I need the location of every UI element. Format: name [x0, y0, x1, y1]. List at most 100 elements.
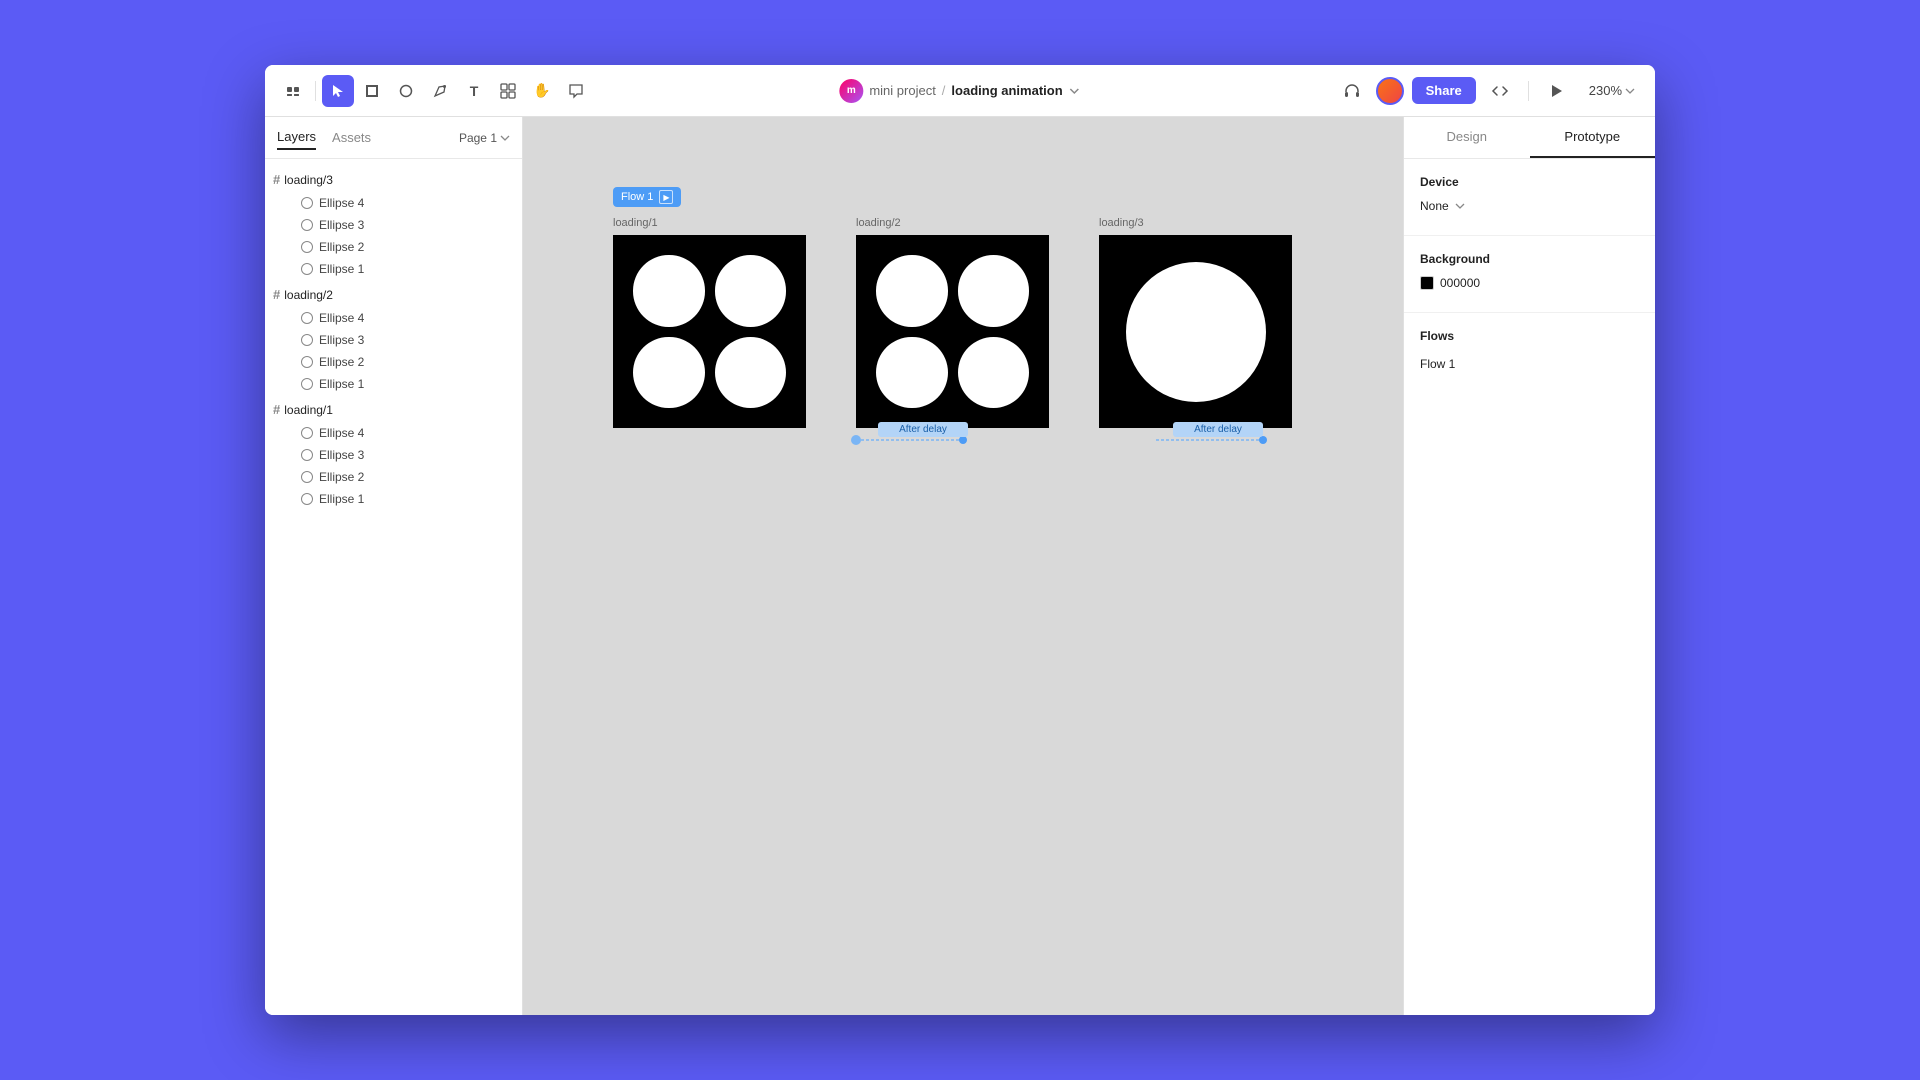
hash-icon-loading1: #	[273, 402, 280, 417]
frame-label-loading3: loading/3	[1099, 217, 1144, 229]
canvas-area[interactable]: loading/1 Flow 1 ▶ loading/2	[523, 117, 1403, 1015]
hand-tool-icon: ✋	[533, 82, 550, 99]
flow-list-item[interactable]: Flow 1	[1420, 353, 1639, 375]
layer-item-label: Ellipse 2	[319, 470, 364, 484]
component-tool-button[interactable]	[492, 75, 524, 107]
shape-tool-button[interactable]	[390, 75, 422, 107]
layer-item-label: Ellipse 3	[319, 333, 364, 347]
hand-tool-button[interactable]: ✋	[526, 75, 558, 107]
layer-item-loading1-ellipse2[interactable]: Ellipse 2	[265, 466, 522, 488]
tab-layers[interactable]: Layers	[277, 125, 316, 150]
layer-item-loading2-ellipse3[interactable]: Ellipse 3	[265, 329, 522, 351]
pen-tool-button[interactable]	[424, 75, 456, 107]
frame-tool-button[interactable]	[356, 75, 388, 107]
comment-tool-button[interactable]	[560, 75, 592, 107]
layer-group-header-loading2[interactable]: # loading/2	[265, 282, 522, 307]
layer-item-loading3-ellipse1[interactable]: Ellipse 1	[265, 258, 522, 280]
hash-icon-loading3: #	[273, 172, 280, 187]
layer-item-loading2-ellipse1[interactable]: Ellipse 1	[265, 373, 522, 395]
ellipse-1-2	[715, 255, 787, 327]
circle-icon	[301, 263, 313, 275]
background-color-swatch	[1420, 276, 1434, 290]
page-chevron-icon	[500, 133, 510, 143]
layer-item-label: Ellipse 2	[319, 240, 364, 254]
layer-item-label: Ellipse 3	[319, 448, 364, 462]
device-chevron-icon	[1455, 201, 1465, 211]
ellipse-3-1	[1126, 262, 1266, 402]
circle-icon	[301, 334, 313, 346]
page-name: Page 1	[459, 131, 497, 145]
layer-group-loading3: # loading/3 Ellipse 4 Ellipse 3 Ellipse …	[265, 167, 522, 280]
circle-icon	[301, 312, 313, 324]
tab-prototype[interactable]: Prototype	[1530, 117, 1656, 158]
flows-section: Flows Flow 1	[1404, 313, 1655, 391]
layer-group-loading1: # loading/1 Ellipse 4 Ellipse 3 Ellipse …	[265, 397, 522, 510]
cursor-tool-button[interactable]	[322, 75, 354, 107]
circle-icon	[301, 471, 313, 483]
main-body: Layers Assets Page 1 # loading/3	[265, 117, 1655, 1015]
device-value[interactable]: None	[1420, 199, 1465, 213]
zoom-control[interactable]: 230%	[1581, 79, 1643, 102]
circle-icon	[301, 197, 313, 209]
ellipse-1-1	[633, 255, 705, 327]
project-file: loading animation	[951, 83, 1062, 98]
layer-item-loading1-ellipse1[interactable]: Ellipse 1	[265, 488, 522, 510]
frame-loading3[interactable]	[1099, 235, 1292, 428]
tab-design[interactable]: Design	[1404, 117, 1530, 158]
layer-item-label: Ellipse 1	[319, 492, 364, 506]
menu-button[interactable]	[277, 75, 309, 107]
circle-icon	[301, 449, 313, 461]
layer-item-loading2-ellipse4[interactable]: Ellipse 4	[265, 307, 522, 329]
circle-icon	[301, 493, 313, 505]
sidebar-content: # loading/3 Ellipse 4 Ellipse 3 Ellipse …	[265, 159, 522, 1015]
flow-badge[interactable]: Flow 1 ▶	[613, 187, 681, 207]
device-section-title: Device	[1420, 175, 1639, 189]
layer-item-loading1-ellipse4[interactable]: Ellipse 4	[265, 422, 522, 444]
device-row: None	[1420, 199, 1639, 213]
headphone-button[interactable]	[1336, 75, 1368, 107]
toolbar: T ✋ m mini project	[265, 65, 1655, 117]
background-row: 000000	[1420, 276, 1639, 290]
page-selector[interactable]: Page 1	[459, 131, 510, 145]
ellipse-2-4	[958, 337, 1030, 409]
layer-item-loading2-ellipse2[interactable]: Ellipse 2	[265, 351, 522, 373]
code-view-button[interactable]	[1484, 75, 1516, 107]
toolbar-divider-2	[1528, 81, 1529, 101]
ellipse-1-3	[633, 337, 705, 409]
project-name: mini project	[869, 83, 935, 98]
text-tool-icon: T	[470, 83, 479, 99]
layer-item-label: Ellipse 4	[319, 426, 364, 440]
toolbar-right: Share 230%	[1336, 75, 1643, 107]
device-section: Device None	[1404, 159, 1655, 236]
circle-icon	[301, 427, 313, 439]
background-section: Background 000000	[1404, 236, 1655, 313]
toolbar-left: T ✋	[277, 75, 592, 107]
right-panel: Design Prototype Device None Background	[1403, 117, 1655, 1015]
circle-icon	[301, 378, 313, 390]
frame-label-loading2: loading/2	[856, 217, 901, 229]
circle-icon	[301, 219, 313, 231]
layer-item-loading1-ellipse3[interactable]: Ellipse 3	[265, 444, 522, 466]
layer-group-name-loading2: loading/2	[284, 288, 333, 302]
app-window: T ✋ m mini project	[265, 65, 1655, 1015]
play-button[interactable]	[1541, 75, 1573, 107]
layer-item-loading3-ellipse4[interactable]: Ellipse 4	[265, 192, 522, 214]
toolbar-divider-1	[315, 81, 316, 101]
frame-loading1[interactable]	[613, 235, 806, 428]
background-section-title: Background	[1420, 252, 1639, 266]
background-value[interactable]: 000000	[1420, 276, 1480, 290]
project-breadcrumb[interactable]: m mini project / loading animation	[839, 79, 1080, 103]
frame-loading2[interactable]	[856, 235, 1049, 428]
layer-item-loading3-ellipse3[interactable]: Ellipse 3	[265, 214, 522, 236]
sidebar: Layers Assets Page 1 # loading/3	[265, 117, 523, 1015]
tab-assets[interactable]: Assets	[332, 126, 371, 149]
layer-item-label: Ellipse 1	[319, 262, 364, 276]
layer-item-loading3-ellipse2[interactable]: Ellipse 2	[265, 236, 522, 258]
frame-label-loading1: loading/1	[613, 217, 658, 229]
text-tool-button[interactable]: T	[458, 75, 490, 107]
layer-item-label: Ellipse 4	[319, 311, 364, 325]
layer-group-header-loading1[interactable]: # loading/1	[265, 397, 522, 422]
layer-group-header-loading3[interactable]: # loading/3	[265, 167, 522, 192]
share-button[interactable]: Share	[1412, 77, 1476, 104]
frames-container: loading/1 Flow 1 ▶ loading/2	[613, 217, 1292, 428]
